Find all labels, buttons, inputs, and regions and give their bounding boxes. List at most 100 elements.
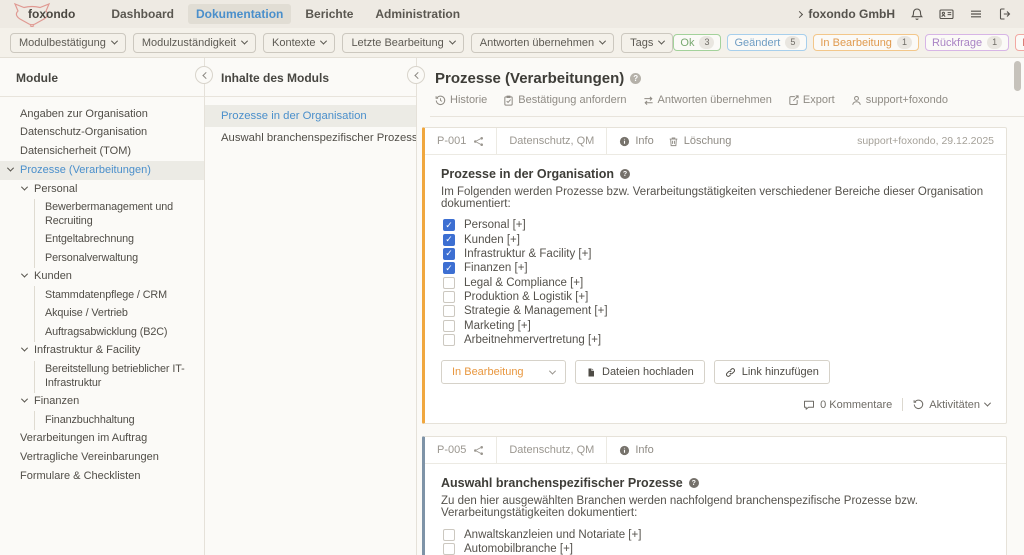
contents-list-item[interactable]: Auswahl branchenspezifischer Prozesse	[205, 127, 416, 149]
status-select[interactable]: In Bearbeitung	[441, 360, 566, 385]
module-tree-item[interactable]: Bereitstellung betrieblicher IT-Infrastr…	[34, 360, 204, 393]
checkbox[interactable]	[443, 219, 455, 232]
toolbar-action[interactable]: support+foxondo	[851, 94, 948, 106]
nav-item[interactable]: Dokumentation	[188, 4, 292, 24]
module-tree-item[interactable]: Datensicherheit (TOM)	[0, 143, 204, 162]
help-icon[interactable]	[688, 478, 699, 489]
filter-dropdown[interactable]: Modulzuständigkeit	[132, 32, 257, 53]
chevron-down-icon	[983, 399, 992, 407]
module-tree-item[interactable]: Finanzen	[0, 393, 204, 412]
card-tab[interactable]: Info	[619, 444, 654, 456]
module-tree-item[interactable]: Angaben zur Organisation	[0, 105, 204, 124]
chevron-down-icon	[8, 432, 20, 440]
transfer-icon	[643, 95, 654, 106]
module-tree-item[interactable]: Akquise / Vertrieb	[34, 304, 204, 324]
checkbox-row[interactable]: Arbeitnehmervertretung [+]	[441, 333, 990, 347]
app-logo[interactable]: foxondo	[12, 1, 75, 27]
upload-files-button[interactable]: Dateien hochladen	[575, 360, 705, 385]
toolbar-action[interactable]: Bestätigung anfordern	[503, 94, 627, 106]
checkbox[interactable]	[443, 528, 455, 541]
logout-icon[interactable]	[998, 7, 1012, 21]
module-tree-item[interactable]: Infrastruktur & Facility	[0, 342, 204, 361]
module-tree-item[interactable]: Personalverwaltung	[34, 249, 204, 268]
card-tab[interactable]: Info	[619, 135, 654, 147]
badge-count: 5	[785, 36, 801, 49]
module-tree: Angaben zur Organisation Datenschutz-Org…	[0, 97, 204, 486]
filter-dropdown[interactable]: Letzte Bearbeitung	[342, 32, 464, 53]
module-tree-item[interactable]: Datenschutz-Organisation	[0, 124, 204, 143]
scrollbar-thumb[interactable]	[1014, 61, 1021, 91]
status-badge[interactable]: Ok 3	[673, 34, 722, 51]
contents-list-item[interactable]: Prozesse in der Organisation	[205, 105, 416, 127]
checkbox-row[interactable]: Produktion & Logistik [+]	[441, 290, 990, 304]
module-tree-item[interactable]: Verarbeitungen im Auftrag	[0, 430, 204, 449]
module-tree-item[interactable]: Auftragsabwicklung (B2C)	[34, 323, 204, 342]
share-icon[interactable]	[473, 136, 484, 147]
checkbox-row[interactable]: Infrastruktur & Facility [+]	[441, 247, 990, 261]
bell-icon[interactable]	[910, 7, 924, 21]
filter-dropdown[interactable]: Tags	[621, 32, 674, 53]
module-tree-item-label: Personalverwaltung	[45, 251, 139, 264]
module-tree-item[interactable]: Finanzbuchhaltung	[34, 411, 204, 430]
checkbox[interactable]	[443, 542, 455, 555]
module-tree-item[interactable]: Kunden	[0, 268, 204, 287]
status-badge[interactable]: Geändert 5	[727, 34, 808, 51]
module-tree-item[interactable]: Entgeltabrechnung	[34, 230, 204, 250]
collapse-modules-button[interactable]	[195, 66, 213, 84]
checkbox[interactable]	[443, 319, 455, 332]
collapse-contents-button[interactable]	[407, 66, 425, 84]
checkbox-row[interactable]: Strategie & Management [+]	[441, 304, 990, 318]
module-tree-item-label: Angaben zur Organisation	[20, 107, 148, 120]
toolbar-action[interactable]: Historie	[435, 94, 487, 106]
checkbox-label: Strategie & Management [+]	[464, 305, 608, 318]
comments-button[interactable]: 0 Kommentare	[803, 399, 892, 411]
status-badge[interactable]: Handlungsbedarf 1	[1015, 34, 1024, 51]
checkbox-row[interactable]: Legal & Compliance [+]	[441, 276, 990, 290]
module-tree-item-label: Auftragsabwicklung (B2C)	[45, 325, 168, 338]
toolbar-action[interactable]: Export	[788, 94, 835, 106]
module-tree-item[interactable]: Formulare & Checklisten	[0, 467, 204, 486]
checkbox-row[interactable]: Marketing [+]	[441, 319, 990, 333]
checkbox-list: Personal [+] Kunden [+] Infrastruktur & …	[441, 218, 990, 347]
help-icon[interactable]	[619, 169, 630, 179]
filter-dropdown[interactable]: Kontexte	[263, 32, 336, 53]
nav-item[interactable]: Administration	[367, 4, 468, 24]
module-tree-item[interactable]: Stammdatenpflege / CRM	[34, 286, 204, 305]
activities-button[interactable]: Aktivitäten	[913, 399, 992, 411]
checkbox-row[interactable]: Automobilbranche [+]	[441, 542, 990, 555]
checkbox-list: Anwaltskanzleien und Notariate [+] Autom…	[441, 527, 990, 555]
status-badge[interactable]: In Bearbeitung 1	[813, 34, 919, 51]
nav-item[interactable]: Berichte	[297, 4, 361, 24]
nav-item[interactable]: Dashboard	[103, 4, 182, 24]
module-tree-item-label: Bewerbermanagement und Recruiting	[45, 201, 174, 227]
checkbox[interactable]	[443, 262, 455, 275]
card-tab[interactable]: Löschung	[668, 135, 731, 147]
module-tree-item[interactable]: Prozesse (Verarbeitungen)	[0, 161, 204, 180]
checkbox-row[interactable]: Finanzen [+]	[441, 261, 990, 275]
share-icon[interactable]	[473, 445, 484, 456]
filter-dropdown[interactable]: Modulbestätigung	[10, 32, 126, 53]
help-icon[interactable]	[630, 73, 642, 84]
checkbox[interactable]	[443, 291, 455, 304]
checkbox-row[interactable]: Personal [+]	[441, 218, 990, 232]
checkbox[interactable]	[443, 276, 455, 289]
checkbox-row[interactable]: Kunden [+]	[441, 232, 990, 246]
module-tree-item[interactable]: Vertragliche Vereinbarungen	[0, 449, 204, 468]
checkbox[interactable]	[443, 334, 455, 347]
checkbox[interactable]	[443, 305, 455, 318]
module-tree-item[interactable]: Bewerbermanagement und Recruiting	[34, 198, 204, 231]
card-meta: support+foxondo, 29.12.2025	[857, 135, 994, 147]
checkbox[interactable]	[443, 247, 455, 260]
menu-icon[interactable]	[969, 7, 983, 21]
checkbox[interactable]	[443, 233, 455, 246]
filter-dropdown[interactable]: Antworten übernehmen	[470, 32, 615, 53]
toolbar-action[interactable]: Antworten übernehmen	[643, 94, 772, 106]
card-body: Prozesse in der Organisation Im Folgende…	[425, 155, 1006, 423]
user-icon	[851, 95, 862, 106]
status-badge[interactable]: Rückfrage 1	[924, 34, 1010, 51]
module-tree-item[interactable]: Personal	[0, 180, 204, 199]
add-link-button[interactable]: Link hinzufügen	[713, 360, 830, 385]
org-switcher[interactable]: foxondo GmbH	[796, 7, 895, 21]
checkbox-row[interactable]: Anwaltskanzleien und Notariate [+]	[441, 527, 990, 541]
id-card-icon[interactable]	[939, 7, 954, 21]
